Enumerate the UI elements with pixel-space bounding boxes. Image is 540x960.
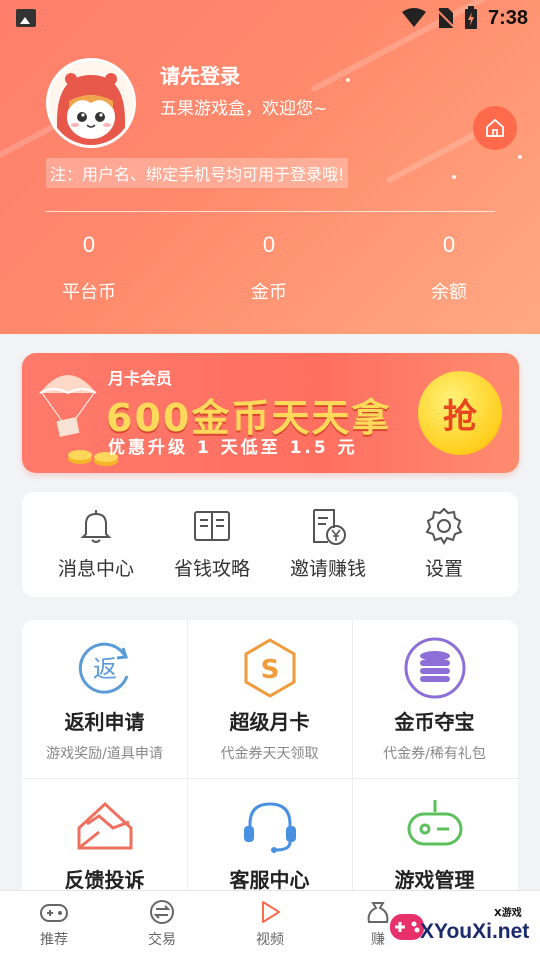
- login-prompt[interactable]: 请先登录: [160, 60, 240, 89]
- clock: 7:38: [487, 6, 528, 29]
- home-button[interactable]: [473, 106, 517, 150]
- quick-label: 设置: [424, 558, 463, 580]
- stat-value: 0: [442, 232, 456, 257]
- quick-label: 消息中心: [57, 558, 134, 580]
- svg-text:S: S: [260, 655, 279, 685]
- profile-header: 7:38 请先登录 五果游戏盒，欢迎您~ 注：用户名、绑定手机号均可用于登录哦!…: [0, 0, 540, 334]
- gamepad-icon: [407, 800, 462, 846]
- welcome-text: 五果游戏盒，欢迎您~: [160, 99, 328, 119]
- login-note: 注：用户名、绑定手机号均可用于登录哦!: [46, 158, 349, 188]
- no-sim-icon: [435, 8, 454, 28]
- stat-balance[interactable]: 0 余额: [399, 232, 499, 304]
- exchange-icon: [150, 900, 174, 924]
- service-rebate[interactable]: 返 返利申请 游戏奖励/道具申请: [22, 620, 187, 778]
- gear-icon: [425, 507, 463, 545]
- gamepad-nav-icon: [40, 904, 68, 922]
- service-subtitle: 代金券/稀有礼包: [383, 746, 486, 762]
- battery-charging-icon: [464, 6, 477, 29]
- quick-menu: 消息中心 省钱攻略 邀请赚钱 设置: [22, 492, 518, 597]
- nav-trade[interactable]: 交易: [108, 899, 216, 949]
- avatar[interactable]: [46, 58, 136, 148]
- watermark-text: XYouXi.net: [420, 920, 530, 943]
- watermark-small-text: X游戏: [494, 908, 522, 919]
- banner-subline: 优惠升级 1 天低至 1.5 元: [108, 438, 358, 458]
- status-bar: 7:38: [0, 0, 540, 36]
- nav-label: 推荐: [40, 932, 68, 948]
- service-title: 金币夺宝: [394, 710, 475, 734]
- service-title: 游戏管理: [394, 868, 475, 892]
- nav-label: 交易: [148, 932, 176, 948]
- home-icon: [486, 118, 504, 137]
- service-super-monthly-card[interactable]: S 超级月卡 代金券天天领取: [187, 620, 352, 778]
- service-title: 客服中心: [229, 868, 310, 892]
- hexagon-s-icon: S: [244, 638, 295, 698]
- nav-video[interactable]: 视频: [216, 899, 324, 949]
- headset-icon: [243, 802, 296, 853]
- watermark: X游戏 XYouXi.net: [388, 896, 538, 958]
- wifi-icon: [401, 8, 426, 27]
- service-subtitle: 游戏奖励/道具申请: [46, 746, 163, 762]
- stat-gold-coin[interactable]: 0 金币: [219, 232, 319, 304]
- bell-icon: [80, 510, 112, 543]
- service-coin-treasure[interactable]: 金币夺宝 代金券/稀有礼包: [352, 620, 517, 778]
- quick-item-invite-earn[interactable]: 邀请赚钱: [266, 506, 390, 581]
- stat-label: 金币: [251, 282, 287, 303]
- yuan-receipt-icon: [313, 509, 346, 545]
- rebate-icon: 返: [78, 642, 128, 694]
- quick-item-settings[interactable]: 设置: [382, 506, 506, 581]
- book-icon: [194, 511, 230, 541]
- image-notification-icon: [16, 9, 36, 27]
- play-icon: [262, 901, 280, 923]
- stat-value: 0: [262, 232, 276, 257]
- stat-platform-coin[interactable]: 0 平台币: [39, 232, 139, 304]
- stat-label: 平台币: [62, 282, 116, 303]
- coin-stack-icon: [404, 637, 465, 699]
- service-grid: 返 返利申请 游戏奖励/道具申请 S 超级月卡 代金券天天领取 金币夺宝 代金券…: [22, 620, 518, 920]
- nav-label: 视频: [256, 932, 284, 948]
- quick-label: 邀请赚钱: [289, 558, 366, 580]
- service-title: 超级月卡: [229, 710, 310, 734]
- svg-text:返: 返: [93, 655, 117, 683]
- service-title: 反馈投诉: [64, 868, 145, 892]
- nav-recommend[interactable]: 推荐: [0, 899, 108, 949]
- monthly-card-banner[interactable]: 月卡会员 600金币天天拿 优惠升级 1 天低至 1.5 元 抢: [22, 353, 519, 473]
- stat-label: 余额: [431, 282, 467, 303]
- quick-item-money-guide[interactable]: 省钱攻略: [150, 506, 274, 581]
- cat-avatar-icon: [49, 61, 133, 145]
- parachute-gift-icon: [39, 375, 97, 437]
- banner-tag: 月卡会员: [108, 369, 173, 388]
- stat-value: 0: [82, 232, 96, 257]
- service-subtitle: 代金券天天领取: [220, 746, 319, 762]
- divider: [45, 211, 495, 212]
- quick-label: 省钱攻略: [173, 558, 250, 580]
- quick-item-messages[interactable]: 消息中心: [34, 506, 158, 581]
- grab-button[interactable]: 抢: [418, 371, 502, 455]
- service-title: 返利申请: [64, 710, 145, 734]
- envelope-icon: [77, 801, 132, 850]
